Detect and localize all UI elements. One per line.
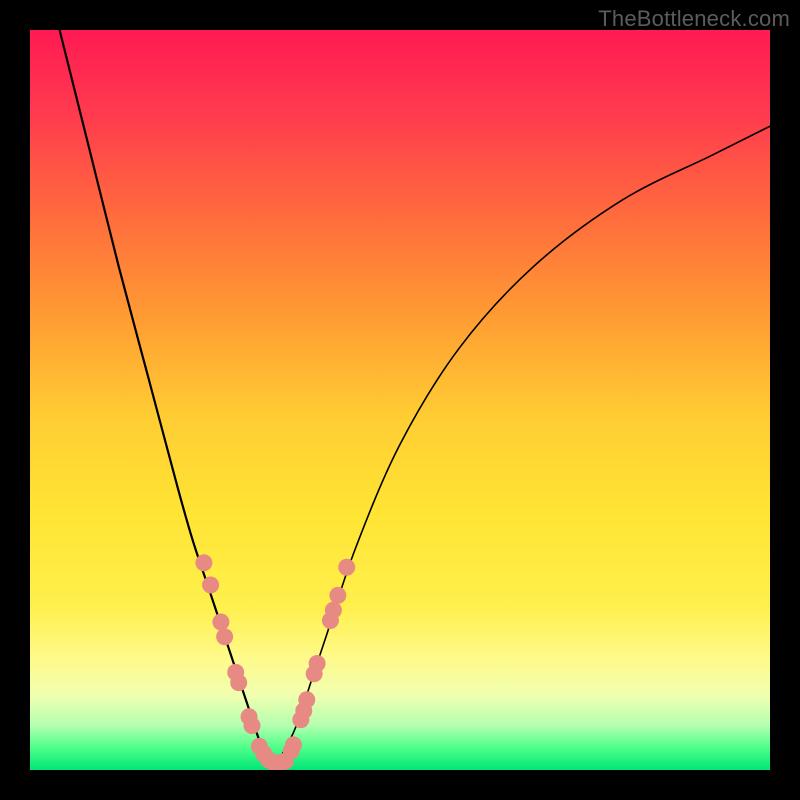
marker-dot	[216, 628, 233, 645]
marker-dot	[244, 717, 261, 734]
chart-frame: TheBottleneck.com	[0, 0, 800, 800]
marker-dot	[325, 602, 342, 619]
marker-dot	[212, 614, 229, 631]
marker-dot	[338, 559, 355, 576]
chart-svg	[30, 30, 770, 770]
left-curve	[60, 30, 275, 763]
marker-dot	[202, 577, 219, 594]
right-curve	[274, 126, 770, 762]
plot-area	[30, 30, 770, 770]
marker-dot	[285, 736, 302, 753]
marker-group	[195, 554, 355, 770]
marker-dot	[298, 691, 315, 708]
marker-dot	[195, 554, 212, 571]
marker-dot	[329, 587, 346, 604]
attribution-text: TheBottleneck.com	[598, 6, 790, 32]
marker-dot	[309, 655, 326, 672]
marker-dot	[230, 674, 247, 691]
